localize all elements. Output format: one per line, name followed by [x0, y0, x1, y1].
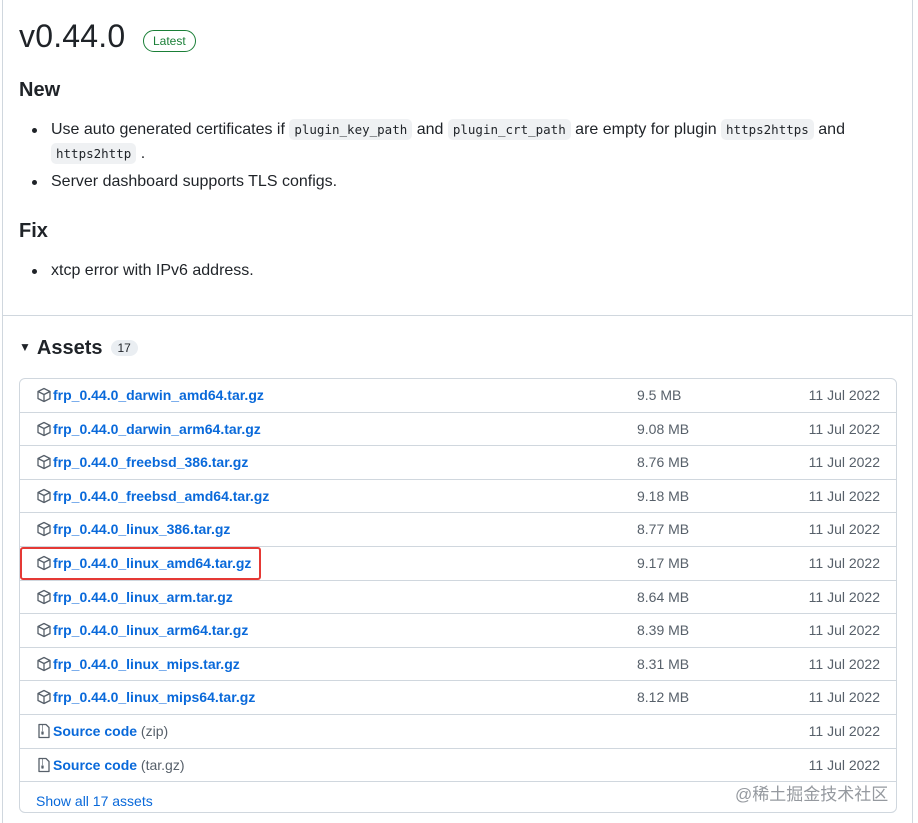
asset-row: frp_0.44.0_freebsd_amd64.tar.gz 9.18 MB 11… [20, 480, 896, 514]
asset-date: 11 Jul 2022 [808, 521, 880, 538]
inline-code: https2https [721, 119, 814, 140]
asset-link[interactable]: frp_0.44.0_freebsd_amd64.tar.gz [53, 488, 269, 504]
asset-row: frp_0.44.0_linux_arm64.tar.gz 8.39 MB 11 J… [20, 614, 896, 648]
file-zip-icon [36, 723, 52, 739]
file-zip-icon [36, 757, 52, 773]
assets-list: frp_0.44.0_darwin_amd64.tar.gz 9.5 MB 11 J… [19, 378, 897, 814]
assets-count-badge: 17 [110, 340, 138, 356]
list-item: Use auto generated certificates if plugi… [19, 118, 869, 166]
asset-date: 11 Jul 2022 [808, 722, 880, 739]
list-item: xtcp error with IPv6 address. [19, 259, 869, 283]
section-heading-new: New [19, 79, 61, 101]
package-icon [36, 488, 52, 504]
package-icon [36, 421, 52, 437]
asset-row: Source code (zip) 11 Jul 2022 [20, 715, 896, 749]
inline-code: https2http [51, 143, 137, 164]
asset-link[interactable]: frp_0.44.0_linux_386.tar.gz [53, 521, 230, 537]
package-icon [36, 622, 52, 638]
asset-size: 9.17 MB [637, 554, 690, 571]
assets-heading: Assets [36, 337, 103, 359]
asset-size: 9.18 MB [637, 487, 690, 504]
asset-link[interactable]: frp_0.44.0_linux_mips.tar.gz [53, 656, 240, 672]
asset-row: Source code (tar.gz) 11 Jul 2022 [20, 749, 896, 783]
asset-date: 11 Jul 2022 [808, 622, 880, 639]
asset-date: 11 Jul 2022 [808, 554, 880, 571]
asset-date: 11 Jul 2022 [808, 588, 880, 605]
asset-link[interactable]: frp_0.44.0_freebsd_386.tar.gz [53, 454, 248, 470]
asset-date: 11 Jul 2022 [808, 454, 880, 471]
source-code-link[interactable]: Source code (tar.gz) [53, 757, 185, 773]
caret-down-icon: ▼ [19, 340, 31, 354]
package-icon [36, 689, 52, 705]
asset-link[interactable]: frp_0.44.0_darwin_amd64.tar.gz [53, 387, 264, 403]
section-divider [3, 315, 912, 316]
asset-size: 8.31 MB [637, 655, 690, 672]
asset-size: 8.12 MB [637, 689, 690, 706]
asset-size: 8.76 MB [637, 454, 690, 471]
asset-row: frp_0.44.0_linux_mips64.tar.gz 8.12 MB 11 … [20, 681, 896, 715]
asset-date: 11 Jul 2022 [808, 420, 880, 437]
asset-size: 8.77 MB [637, 521, 690, 538]
asset-date: 11 Jul 2022 [808, 689, 880, 706]
section-heading-fix: Fix [19, 220, 48, 242]
asset-date: 11 Jul 2022 [808, 487, 880, 504]
asset-date: 11 Jul 2022 [808, 655, 880, 672]
asset-size: 8.64 MB [637, 588, 690, 605]
asset-row: frp_0.44.0_darwin_arm64.tar.gz 9.08 MB 11 … [20, 413, 896, 447]
latest-badge: Latest [143, 30, 196, 52]
inline-code: plugin_key_path [289, 119, 413, 140]
asset-link[interactable]: frp_0.44.0_darwin_arm64.tar.gz [53, 421, 261, 437]
asset-size: 9.5 MB [637, 387, 682, 403]
asset-link[interactable]: frp_0.44.0_linux_mips64.tar.gz [53, 689, 255, 705]
asset-row: frp_0.44.0_linux_386.tar.gz 8.77 MB 11 Jul… [20, 513, 896, 547]
release-title[interactable]: v0.44.0 [19, 18, 125, 55]
asset-date: 11 Jul 2022 [808, 387, 880, 403]
asset-row: frp_0.44.0_freebsd_386.tar.gz 8.76 MB 11 J… [20, 446, 896, 480]
asset-row: frp_0.44.0_linux_arm.tar.gz 8.64 MB 11 Jul… [20, 581, 896, 615]
new-list: Use auto generated certificates if plugi… [19, 118, 869, 194]
asset-row: frp_0.44.0_linux_mips.tar.gz 8.31 MB 11 Ju… [20, 648, 896, 682]
asset-link[interactable]: frp_0.44.0_linux_arm64.tar.gz [53, 622, 248, 638]
asset-size: 8.39 MB [637, 622, 690, 639]
source-code-link[interactable]: Source code (zip) [53, 723, 168, 739]
package-icon [36, 387, 52, 403]
package-icon [36, 589, 52, 605]
package-icon [36, 454, 52, 470]
package-icon [36, 656, 52, 672]
asset-date: 11 Jul 2022 [808, 756, 880, 773]
fix-list: xtcp error with IPv6 address. [19, 259, 869, 283]
list-item: Server dashboard supports TLS configs. [19, 170, 869, 194]
asset-size: 9.08 MB [637, 420, 690, 437]
assets-toggle[interactable]: ▼ Assets 17 [19, 337, 138, 360]
package-icon [36, 521, 52, 537]
asset-row: frp_0.44.0_darwin_amd64.tar.gz 9.5 MB 11 J… [20, 379, 896, 413]
asset-link[interactable]: frp_0.44.0_linux_arm.tar.gz [53, 589, 233, 605]
watermark: @稀土掘金技术社区 [735, 785, 889, 804]
highlight-box [20, 547, 261, 580]
inline-code: plugin_crt_path [447, 119, 571, 140]
